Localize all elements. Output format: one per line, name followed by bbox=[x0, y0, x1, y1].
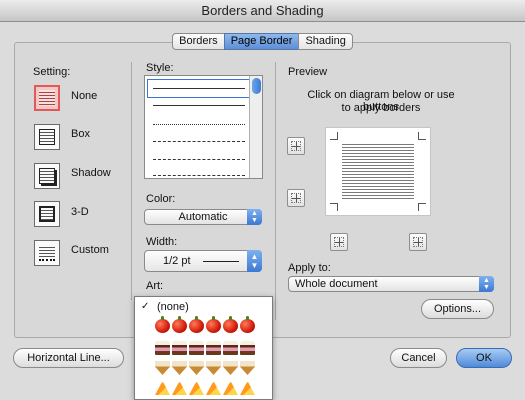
setting-box-icon[interactable] bbox=[34, 124, 60, 150]
divider-left bbox=[131, 62, 132, 300]
ice-cream-cone-icon bbox=[223, 361, 238, 375]
preview-text-lines bbox=[342, 142, 414, 201]
style-option-dotted[interactable] bbox=[149, 117, 249, 132]
chevron-updown-icon: ▲ ▼ bbox=[247, 250, 262, 272]
art-dropdown-list[interactable]: ✓ (none) bbox=[134, 296, 273, 400]
ice-cream-cone-icon bbox=[206, 361, 221, 375]
window-title: Borders and Shading bbox=[0, 0, 525, 22]
ok-button[interactable]: OK bbox=[456, 348, 512, 368]
cake-icon bbox=[189, 341, 204, 355]
ice-cream-cone-icon bbox=[240, 361, 255, 375]
setting-custom-icon[interactable] bbox=[34, 240, 60, 266]
apply-to-value: Whole document bbox=[295, 278, 378, 290]
candy-corn-icon bbox=[223, 381, 238, 395]
apple-icon bbox=[189, 316, 204, 333]
color-heading: Color: bbox=[146, 193, 176, 205]
setting-box-label[interactable]: Box bbox=[71, 128, 90, 140]
width-popup[interactable]: 1/2 pt ▲ ▼ bbox=[144, 250, 262, 272]
art-option-none[interactable]: (none) bbox=[157, 301, 189, 313]
apple-icon bbox=[155, 316, 170, 333]
style-scroll-thumb[interactable] bbox=[252, 78, 261, 94]
width-sample-line bbox=[203, 261, 239, 262]
top-border-button[interactable] bbox=[287, 137, 305, 155]
horizontal-line-button[interactable]: Horizontal Line... bbox=[13, 348, 124, 368]
color-popup[interactable]: Automatic ▲ ▼ bbox=[144, 209, 262, 225]
candy-corn-icon bbox=[206, 381, 221, 395]
apple-icon bbox=[206, 316, 221, 333]
cake-icon bbox=[206, 341, 221, 355]
apple-icon bbox=[223, 316, 238, 333]
style-list[interactable] bbox=[144, 75, 263, 179]
left-border-button[interactable] bbox=[330, 233, 348, 251]
setting-none-label[interactable]: None bbox=[71, 90, 97, 102]
style-option-solid[interactable] bbox=[147, 79, 251, 98]
candy-corn-icon bbox=[172, 381, 187, 395]
grid-bottom-icon bbox=[291, 193, 301, 203]
cancel-button[interactable]: Cancel bbox=[390, 348, 447, 368]
ice-cream-cone-icon bbox=[155, 361, 170, 375]
art-option-apples[interactable] bbox=[155, 316, 255, 333]
cake-icon bbox=[155, 341, 170, 355]
apple-icon bbox=[240, 316, 255, 333]
apply-to-heading: Apply to: bbox=[288, 262, 331, 274]
corner-mark bbox=[418, 203, 426, 211]
setting-shadow-icon[interactable] bbox=[34, 163, 60, 189]
tab-borders[interactable]: Borders bbox=[172, 33, 225, 50]
color-value: Automatic bbox=[178, 211, 228, 223]
art-option-cones[interactable] bbox=[155, 361, 255, 375]
art-option-candy-corn[interactable] bbox=[155, 381, 255, 395]
apply-to-popup[interactable]: Whole document ▲ ▼ bbox=[288, 276, 494, 292]
setting-custom-label[interactable]: Custom bbox=[71, 244, 109, 256]
corner-mark bbox=[418, 132, 426, 140]
setting-3d-label[interactable]: 3-D bbox=[71, 206, 89, 218]
right-border-button[interactable] bbox=[409, 233, 427, 251]
setting-shadow-label[interactable]: Shadow bbox=[71, 167, 111, 179]
preview-instruction-2: to apply borders bbox=[341, 102, 421, 114]
style-option-solid-2[interactable] bbox=[149, 98, 249, 113]
candy-corn-icon bbox=[155, 381, 170, 395]
cake-icon bbox=[172, 341, 187, 355]
corner-mark bbox=[330, 203, 338, 211]
chevron-updown-icon: ▲ ▼ bbox=[247, 209, 262, 225]
bottom-border-button[interactable] bbox=[287, 189, 305, 207]
candy-corn-icon bbox=[240, 381, 255, 395]
cake-icon bbox=[223, 341, 238, 355]
style-option-dash-dot[interactable] bbox=[149, 168, 249, 178]
art-heading: Art: bbox=[146, 280, 164, 292]
apple-icon bbox=[172, 316, 187, 333]
preview-heading: Preview bbox=[288, 66, 328, 78]
cake-icon bbox=[240, 341, 255, 355]
tab-page-border[interactable]: Page Border bbox=[223, 33, 300, 50]
grid-top-icon bbox=[291, 141, 301, 151]
candy-corn-icon bbox=[189, 381, 204, 395]
ice-cream-cone-icon bbox=[189, 361, 204, 375]
setting-3d-icon[interactable] bbox=[34, 201, 60, 227]
corner-mark bbox=[330, 132, 338, 140]
options-button[interactable]: Options... bbox=[421, 299, 494, 319]
setting-heading: Setting: bbox=[33, 66, 71, 78]
style-option-long-dash[interactable] bbox=[149, 152, 249, 167]
preview-diagram[interactable] bbox=[325, 127, 431, 216]
tab-bar: Borders Page Border Shading bbox=[0, 33, 525, 50]
divider-right bbox=[275, 62, 276, 320]
width-value: 1/2 pt bbox=[163, 255, 191, 267]
grid-left-icon bbox=[334, 237, 344, 247]
style-scrollbar[interactable] bbox=[249, 76, 262, 178]
grid-right-icon bbox=[413, 237, 423, 247]
style-option-dashed[interactable] bbox=[149, 134, 249, 149]
setting-none-icon[interactable] bbox=[34, 85, 60, 111]
ice-cream-cone-icon bbox=[172, 361, 187, 375]
tab-shading[interactable]: Shading bbox=[298, 33, 353, 50]
chevron-updown-icon: ▲ ▼ bbox=[479, 276, 494, 292]
style-heading: Style: bbox=[146, 62, 174, 74]
art-option-cakes[interactable] bbox=[155, 341, 255, 355]
width-heading: Width: bbox=[146, 236, 178, 248]
checkmark-icon: ✓ bbox=[141, 301, 150, 312]
